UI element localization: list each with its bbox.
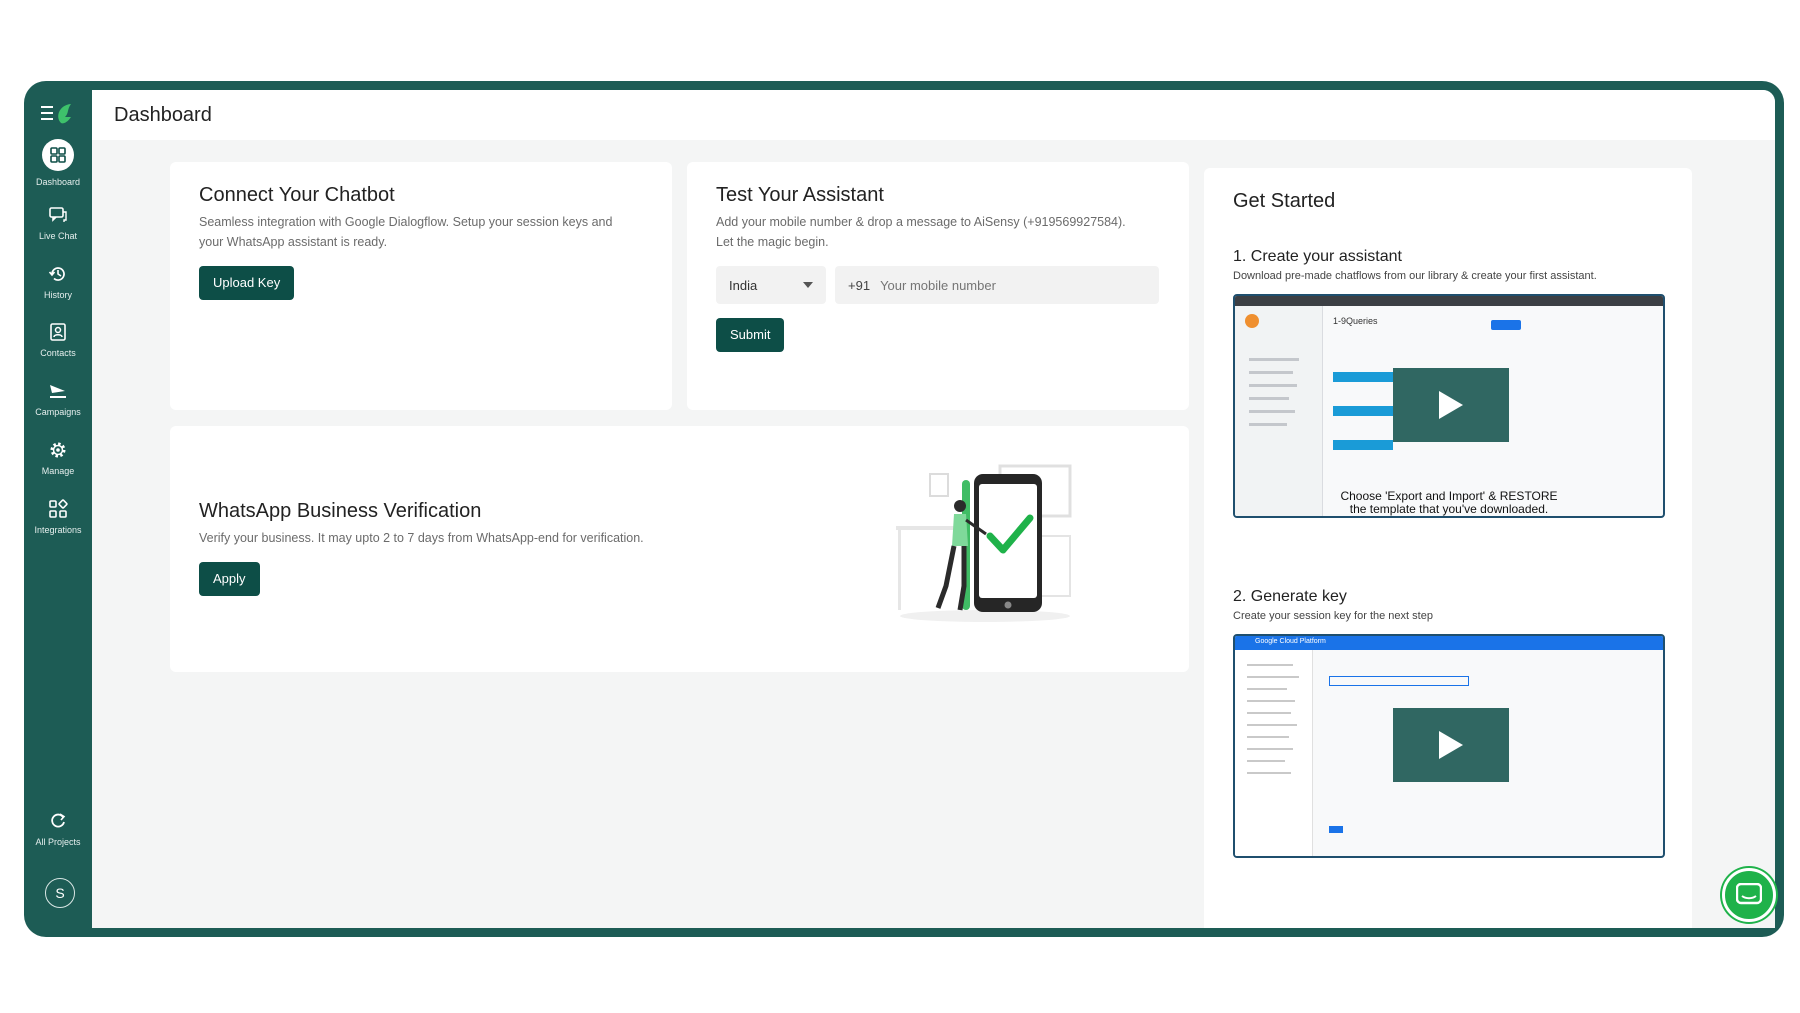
gcp-input-box bbox=[1329, 676, 1469, 686]
sidebar: Dashboard Live Chat History Contacts Cam… bbox=[24, 81, 92, 937]
video-caption-line2: the template that you've downloaded. bbox=[1349, 502, 1549, 516]
video-tab-title: 1-9Queries bbox=[1333, 316, 1378, 326]
chat-icon bbox=[49, 207, 67, 222]
dialogflow-logo-icon bbox=[1245, 314, 1259, 328]
sidebar-item-label: Contacts bbox=[40, 348, 76, 358]
sidebar-item-label: Dashboard bbox=[35, 177, 81, 187]
main-content: Dashboard Connect Your Chatbot Seamless … bbox=[92, 90, 1775, 928]
gcp-sidebar-line bbox=[1247, 676, 1299, 678]
country-select[interactable]: India bbox=[716, 266, 826, 304]
video-sidebar-line bbox=[1249, 358, 1299, 361]
video-save-chip bbox=[1491, 320, 1521, 330]
country-select-value: India bbox=[729, 277, 758, 293]
gcp-sidebar-line bbox=[1247, 760, 1285, 762]
top-bar: Dashboard bbox=[92, 90, 1775, 140]
contacts-icon bbox=[50, 323, 66, 341]
verification-card: WhatsApp Business Verification Verify yo… bbox=[170, 426, 1189, 672]
connect-desc-line2: your WhatsApp assistant is ready. bbox=[199, 235, 388, 249]
avatar[interactable]: S bbox=[45, 878, 75, 908]
generate-key-video[interactable]: Google Cloud Platform bbox=[1233, 634, 1665, 858]
step2-desc: Create your session key for the next ste… bbox=[1233, 610, 1433, 622]
sidebar-item-label: History bbox=[43, 290, 72, 300]
video-import-chip bbox=[1333, 440, 1393, 450]
chat-bubble-icon bbox=[1736, 883, 1762, 905]
get-started-title: Get Started bbox=[1233, 190, 1336, 212]
verification-title: WhatsApp Business Verification bbox=[199, 500, 482, 522]
apply-button[interactable]: Apply bbox=[199, 562, 260, 596]
step1-title: 1. Create your assistant bbox=[1233, 248, 1402, 265]
test-desc-line1: Add your mobile number & drop a message … bbox=[716, 215, 1126, 229]
video-restore-chip bbox=[1333, 406, 1393, 416]
dashboard-icon bbox=[42, 139, 74, 171]
video-sidebar-line bbox=[1249, 423, 1287, 426]
sidebar-item-campaigns[interactable]: Campaigns bbox=[24, 381, 92, 417]
sidebar-item-dashboard[interactable]: Dashboard bbox=[24, 139, 92, 187]
video-sidebar-line bbox=[1249, 371, 1293, 374]
mobile-number-input[interactable] bbox=[880, 277, 1131, 293]
gcp-sidebar-line bbox=[1247, 688, 1287, 690]
video-sidebar bbox=[1235, 306, 1323, 516]
gcp-create-chip bbox=[1329, 826, 1343, 833]
history-icon bbox=[48, 267, 65, 281]
play-button-icon[interactable] bbox=[1393, 708, 1509, 782]
gcp-sidebar-line bbox=[1247, 772, 1291, 774]
test-desc-line2: Let the magic begin. bbox=[716, 235, 829, 249]
verification-illustration bbox=[896, 464, 1072, 622]
sidebar-item-label: Integrations bbox=[34, 525, 82, 535]
sidebar-item-integrations[interactable]: Integrations bbox=[24, 499, 92, 535]
sidebar-item-history[interactable]: History bbox=[24, 264, 92, 300]
step1-desc: Download pre-made chatflows from our lib… bbox=[1233, 270, 1597, 282]
sidebar-item-all-projects[interactable]: All Projects bbox=[24, 811, 92, 847]
support-chat-button[interactable] bbox=[1722, 868, 1776, 922]
sidebar-item-label: Manage bbox=[41, 466, 75, 476]
sidebar-item-contacts[interactable]: Contacts bbox=[24, 322, 92, 358]
sidebar-item-manage[interactable]: Manage bbox=[24, 440, 92, 476]
send-icon bbox=[50, 385, 66, 398]
test-assistant-card: Test Your Assistant Add your mobile numb… bbox=[687, 162, 1189, 410]
step2-title: 2. Generate key bbox=[1233, 588, 1347, 605]
video-sidebar-line bbox=[1249, 410, 1295, 413]
verification-desc: Verify your business. It may upto 2 to 7… bbox=[199, 531, 644, 545]
connect-title: Connect Your Chatbot bbox=[199, 184, 395, 206]
gear-icon bbox=[50, 442, 66, 458]
sidebar-item-live-chat[interactable]: Live Chat bbox=[24, 205, 92, 241]
gcp-header: Google Cloud Platform bbox=[1235, 636, 1663, 650]
gcp-sidebar-line bbox=[1247, 724, 1297, 726]
gcp-sidebar-line bbox=[1247, 712, 1291, 714]
gcp-sidebar-line bbox=[1247, 736, 1289, 738]
page-title: Dashboard bbox=[114, 103, 212, 126]
mobile-number-field[interactable]: +91 bbox=[835, 266, 1159, 304]
integrations-icon bbox=[49, 499, 68, 518]
play-button-icon[interactable] bbox=[1393, 368, 1509, 442]
browser-bar bbox=[1235, 296, 1663, 306]
connect-desc-line1: Seamless integration with Google Dialogf… bbox=[199, 215, 613, 229]
refresh-icon bbox=[51, 813, 66, 828]
gcp-sidebar bbox=[1235, 650, 1313, 856]
country-code-prefix: +91 bbox=[848, 277, 871, 293]
test-title: Test Your Assistant bbox=[716, 184, 884, 206]
submit-button[interactable]: Submit bbox=[716, 318, 785, 352]
connect-chatbot-card: Connect Your Chatbot Seamless integratio… bbox=[170, 162, 672, 410]
sidebar-item-label: Campaigns bbox=[35, 407, 81, 417]
sidebar-item-label: All Projects bbox=[35, 837, 81, 847]
create-assistant-video[interactable]: 1-9Queries Choose 'Export and Import' & … bbox=[1233, 294, 1665, 518]
video-sidebar-line bbox=[1249, 384, 1297, 387]
video-export-chip bbox=[1333, 372, 1393, 382]
sidebar-item-label: Live Chat bbox=[38, 231, 78, 241]
gcp-sidebar-line bbox=[1247, 748, 1293, 750]
gcp-header-title: Google Cloud Platform bbox=[1255, 638, 1326, 645]
gcp-sidebar-line bbox=[1247, 664, 1293, 666]
video-caption: Choose 'Export and Import' & RESTORE the… bbox=[1235, 490, 1663, 516]
video-sidebar-line bbox=[1249, 397, 1289, 400]
upload-key-button[interactable]: Upload Key bbox=[199, 266, 295, 300]
menu-logo-icon[interactable] bbox=[41, 101, 77, 127]
gcp-sidebar-line bbox=[1247, 700, 1295, 702]
caret-down-icon bbox=[803, 282, 813, 288]
get-started-panel: Get Started 1. Create your assistant Dow… bbox=[1204, 168, 1692, 928]
